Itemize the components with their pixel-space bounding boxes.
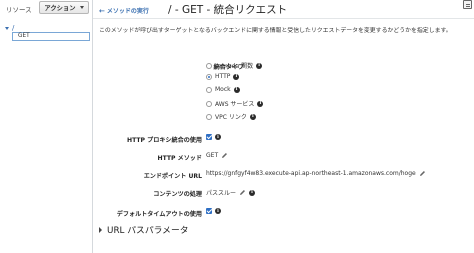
chevron-down-icon xyxy=(79,6,84,9)
integration-option-aws-service[interactable]: AWS サービス i xyxy=(206,99,264,108)
back-link-label: メソッドの実行 xyxy=(106,8,149,15)
radio-http[interactable] xyxy=(206,73,212,80)
default-timeout-checkbox[interactable] xyxy=(206,208,212,214)
integration-option-http[interactable]: HTTP i xyxy=(206,73,240,80)
default-timeout-field: i xyxy=(206,208,221,214)
radio-lambda[interactable] xyxy=(206,62,212,69)
info-icon[interactable]: i xyxy=(257,100,264,107)
pencil-edit-icon[interactable] xyxy=(239,189,246,196)
url-path-parameters-label: URL パスパラメータ xyxy=(107,226,189,236)
radio-mock[interactable] xyxy=(206,86,212,93)
info-icon[interactable]: i xyxy=(256,62,263,69)
info-icon[interactable]: i xyxy=(249,113,256,120)
expand-triangle-icon[interactable] xyxy=(5,26,9,30)
endpoint-url-field: https://gnfgyf4w83.execute-api.ap-northe… xyxy=(206,170,426,177)
resource-panel-header: リソース アクション xyxy=(0,0,93,16)
tree-root-label: / xyxy=(12,24,15,32)
expand-triangle-icon xyxy=(99,226,102,233)
header-divider xyxy=(93,18,474,19)
info-icon[interactable]: i xyxy=(233,86,240,93)
url-path-parameters-section-toggle[interactable]: URL パスパラメータ xyxy=(99,223,189,236)
info-icon[interactable]: i xyxy=(215,208,221,214)
back-arrow-icon: ← xyxy=(99,6,105,15)
endpoint-url-value: https://gnfgyf4w83.execute-api.ap-northe… xyxy=(206,170,416,177)
http-method-label: HTTP メソッド xyxy=(157,155,202,162)
proxy-integration-checkbox[interactable] xyxy=(206,134,212,140)
proxy-integration-label: HTTP プロキシ統合の使用 xyxy=(127,137,202,144)
integration-option-label: VPC リンク xyxy=(215,114,247,121)
radio-vpc-link[interactable] xyxy=(206,113,212,120)
page-description: このメソッドが呼び出すターゲットとなるバックエンドに関する情報と受信したリクエス… xyxy=(99,28,452,34)
info-icon[interactable]: i xyxy=(233,73,240,80)
endpoint-url-label: エンドポイント URL xyxy=(143,173,202,180)
actions-button[interactable]: アクション xyxy=(39,1,89,14)
back-to-method-execution-link[interactable]: ← メソッドの実行 xyxy=(99,6,149,16)
tree-item-root[interactable]: / xyxy=(5,24,14,32)
http-method-field: GET xyxy=(206,152,228,159)
integration-option-label: HTTP xyxy=(215,73,231,80)
integration-option-label: Mock xyxy=(215,86,231,93)
actions-button-label: アクション xyxy=(44,5,76,12)
default-timeout-label: デフォルトタイムアウトの使用 xyxy=(116,211,202,218)
info-icon[interactable]: i xyxy=(215,134,221,140)
resource-panel: リソース アクション / GET xyxy=(0,0,93,253)
integration-option-label: Lambda 関数 xyxy=(215,63,254,70)
page-title: / - GET - 統合リクエスト xyxy=(168,4,288,16)
content-handling-label: コンテンツの処理 xyxy=(153,191,202,198)
http-method-value: GET xyxy=(206,152,219,159)
tree-item-get-method[interactable]: GET xyxy=(12,32,90,41)
content-handling-value: パススルー xyxy=(206,190,237,197)
integration-option-vpc-link[interactable]: VPC リンク i xyxy=(206,112,256,121)
documentation-icon[interactable] xyxy=(463,0,472,9)
info-icon[interactable]: i xyxy=(249,189,256,196)
resources-title: リソース xyxy=(6,6,32,14)
pencil-edit-icon[interactable] xyxy=(221,152,228,159)
pencil-edit-icon[interactable] xyxy=(419,170,426,177)
proxy-integration-field: i xyxy=(206,134,221,140)
integration-option-label: AWS サービス xyxy=(215,101,255,108)
radio-aws-service[interactable] xyxy=(206,100,212,107)
content-handling-field: パススルー i xyxy=(206,188,256,197)
integration-option-mock[interactable]: Mock i xyxy=(206,86,240,93)
integration-option-lambda[interactable]: Lambda 関数 i xyxy=(206,61,263,70)
